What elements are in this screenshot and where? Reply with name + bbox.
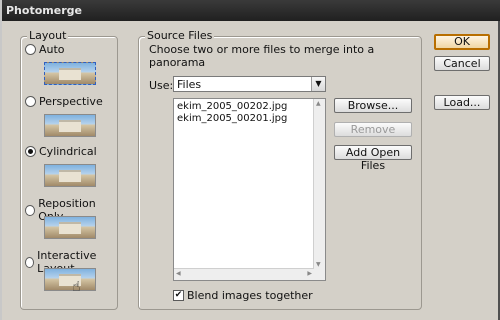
list-item[interactable]: ekim_2005_00202.jpg <box>177 101 287 112</box>
remove-button[interactable]: Remove <box>334 122 412 137</box>
blend-checkbox[interactable]: ✔ <box>173 290 184 301</box>
radio-button[interactable] <box>25 146 36 157</box>
use-select[interactable]: Files ▼ <box>173 76 326 92</box>
interactive-thumbnail: ☝ <box>38 265 100 297</box>
ok-button[interactable]: OK <box>434 34 490 50</box>
horizontal-scrollbar[interactable]: ◀ ▶ <box>174 268 314 280</box>
browse-button[interactable]: Browse... <box>334 98 412 113</box>
radio-button[interactable] <box>25 44 36 55</box>
radio-perspective[interactable]: Perspective <box>25 95 103 108</box>
checkmark-icon: ✔ <box>174 290 183 300</box>
add-open-files-button[interactable]: Add Open Files <box>334 145 412 172</box>
layout-group: Layout Auto Perspective Cylindrical Repo… <box>20 29 118 310</box>
reposition-thumbnail <box>38 213 100 239</box>
radio-button[interactable] <box>25 256 35 268</box>
scroll-down-icon[interactable]: ▼ <box>316 261 321 268</box>
list-item[interactable]: ekim_2005_00201.jpg <box>177 113 287 124</box>
source-files-group: Source Files Choose two or more files to… <box>138 29 422 310</box>
scroll-left-icon[interactable]: ◀ <box>176 270 181 277</box>
cancel-button[interactable]: Cancel <box>434 56 490 71</box>
photomerge-dialog: Photomerge Layout Auto Perspective Cylin… <box>0 0 500 320</box>
radio-button[interactable] <box>25 204 36 216</box>
blend-checkbox-row[interactable]: ✔ Blend images together <box>173 289 313 302</box>
cylindrical-thumbnail <box>38 161 100 187</box>
radio-label-auto: Auto <box>39 43 65 56</box>
blend-label: Blend images together <box>187 289 313 302</box>
auto-thumbnail <box>38 59 100 85</box>
radio-auto[interactable]: Auto <box>25 43 65 56</box>
use-label: Use: <box>149 79 174 92</box>
source-files-group-label: Source Files <box>145 29 215 42</box>
perspective-thumbnail <box>38 111 100 137</box>
dialog-title: Photomerge <box>2 0 500 21</box>
hand-cursor-icon: ☝ <box>72 279 81 295</box>
radio-label-cylindrical: Cylindrical <box>39 145 97 158</box>
radio-selected-dot <box>28 149 33 154</box>
radio-cylindrical[interactable]: Cylindrical <box>25 145 97 158</box>
radio-label-perspective: Perspective <box>39 95 103 108</box>
scroll-up-icon[interactable]: ▲ <box>316 100 321 107</box>
scroll-right-icon[interactable]: ▶ <box>307 270 312 277</box>
chevron-down-icon[interactable]: ▼ <box>311 77 325 91</box>
file-list[interactable]: ekim_2005_00202.jpg ekim_2005_00201.jpg … <box>173 98 326 281</box>
load-button[interactable]: Load... <box>434 95 490 110</box>
instruction-text: Choose two or more files to merge into a… <box>149 43 375 69</box>
radio-button[interactable] <box>25 96 36 107</box>
vertical-scrollbar[interactable]: ▲ ▼ <box>313 99 325 280</box>
use-select-value: Files <box>177 78 202 91</box>
layout-group-label: Layout <box>27 29 69 42</box>
